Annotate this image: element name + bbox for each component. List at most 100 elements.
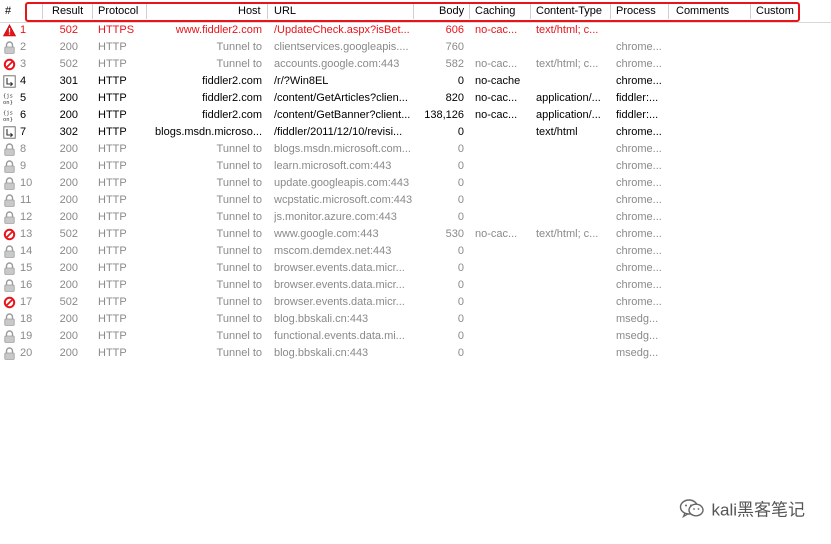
column-header-number[interactable]: # — [5, 4, 11, 18]
session-row[interactable]: 15 200 HTTP Tunnel to browser.events.data.mi… — [0, 260, 665, 277]
session-protocol: HTTP — [98, 262, 127, 274]
session-protocol: HTTP — [98, 126, 127, 138]
session-row[interactable]: 2 200 HTTP Tunnel to clientservices.googleap… — [0, 39, 665, 56]
session-row[interactable]: 8 200 HTTP Tunnel to blogs.msdn.microsoft.co… — [0, 141, 665, 158]
session-protocol: HTTP — [98, 160, 127, 172]
session-host: Tunnel to — [216, 143, 262, 155]
session-process — [616, 22, 664, 39]
session-number: 2 — [20, 41, 27, 53]
session-number: 9 — [20, 160, 27, 172]
session-process: msedg... — [616, 347, 659, 359]
session-row[interactable]: 18 200 HTTP Tunnel to blog.bbskali.cn:443 0 ms… — [0, 311, 665, 328]
session-protocol: HTTP — [98, 211, 127, 223]
session-process: chrome... — [616, 41, 662, 53]
session-body-size: 530 — [445, 228, 464, 240]
session-process: chrome... — [616, 58, 662, 70]
json-icon: {js on} — [3, 109, 16, 124]
session-process: chrome... — [616, 262, 662, 274]
session-result: 302 — [59, 126, 78, 138]
session-number: 6 — [20, 109, 27, 121]
session-url: blog.bbskali.cn:443 — [274, 313, 369, 325]
session-number: 12 — [20, 211, 33, 223]
session-row[interactable]: {js on} 5 200 HTTP fiddler2.com/content/GetAr… — [0, 90, 665, 107]
session-body-size: 0 — [457, 279, 464, 291]
session-content-type: application/... — [536, 92, 601, 104]
session-row[interactable]: 20 200 HTTP Tunnel to blog.bbskali.cn:443 0 ms… — [0, 345, 665, 362]
session-row[interactable]: 12 200 HTTP Tunnel to js.monitor.azure.com:4… — [0, 209, 665, 226]
lock-icon — [3, 177, 16, 190]
session-row[interactable]: 7 302 HTTP blogs.msdn.microso... /fiddler/20… — [0, 124, 665, 141]
session-number: 14 — [20, 245, 33, 257]
lock-icon — [3, 143, 16, 156]
session-content-type: text/html; c... — [536, 58, 599, 70]
session-body-size: 582 — [445, 58, 464, 70]
session-row[interactable]: 14 200 HTTP Tunnel to mscom.demdex.net:443 0 c… — [0, 243, 665, 260]
blocked-icon — [3, 296, 16, 309]
session-row[interactable]: 4 301 HTTP fiddler2.com/r/?Win8EL 0 no-cache c… — [0, 73, 665, 90]
session-row[interactable]: {js on} 6 200 HTTP fiddler2.com/content/GetBa… — [0, 107, 665, 124]
session-row[interactable]: 19 200 HTTP Tunnel to functional.events.data… — [0, 328, 665, 345]
session-url: /UpdateCheck.aspx?isBet... — [274, 24, 410, 36]
session-result: 200 — [59, 41, 78, 53]
session-host: Tunnel to — [216, 228, 262, 240]
svg-text:on}: on} — [3, 117, 13, 122]
session-host: fiddler2.com — [202, 92, 262, 104]
session-result: 200 — [59, 262, 78, 274]
session-content-type: text/html; c... — [536, 24, 599, 36]
session-row[interactable]: 10 200 HTTP Tunnel to update.googleapis.com:… — [0, 175, 665, 192]
session-number: 1 — [20, 24, 27, 36]
session-content-type — [536, 141, 606, 158]
warning-icon — [2, 24, 17, 37]
session-host: fiddler2.com — [202, 109, 262, 121]
session-row[interactable]: 11 200 HTTP Tunnel to wcpstatic.microsoft.co… — [0, 192, 665, 209]
session-host: Tunnel to — [216, 41, 262, 53]
session-caching — [475, 175, 527, 192]
session-number: 5 — [20, 92, 27, 104]
session-result: 502 — [59, 24, 78, 36]
session-caching: no-cac... — [475, 92, 518, 104]
session-process: chrome... — [616, 160, 662, 172]
session-row[interactable]: 16 200 HTTP Tunnel to browser.events.data.mi… — [0, 277, 665, 294]
lock-icon — [3, 279, 16, 292]
session-result: 502 — [59, 58, 78, 70]
session-process: fiddler:... — [616, 92, 659, 104]
json-icon: {js on} — [3, 92, 16, 107]
session-result: 301 — [59, 75, 78, 87]
session-process: chrome... — [616, 228, 662, 240]
session-host: Tunnel to — [216, 160, 262, 172]
session-host: Tunnel to — [216, 330, 262, 342]
session-url: blog.bbskali.cn:443 — [274, 347, 369, 359]
session-process: chrome... — [616, 177, 662, 189]
session-url: learn.microsoft.com:443 — [274, 160, 392, 172]
session-content-type — [536, 73, 606, 90]
session-caching — [475, 260, 527, 277]
session-protocol: HTTP — [98, 92, 127, 104]
session-number: 15 — [20, 262, 33, 274]
session-body-size: 760 — [445, 41, 464, 53]
session-row[interactable]: 1 502 HTTPS www.fiddler2.com/UpdateCheck.as… — [0, 22, 665, 39]
session-result: 200 — [59, 313, 78, 325]
session-process: chrome... — [616, 279, 662, 291]
session-caching — [475, 277, 527, 294]
session-body-size: 0 — [457, 211, 464, 223]
session-protocol: HTTP — [98, 41, 127, 53]
session-protocol: HTTP — [98, 109, 127, 121]
session-body-size: 0 — [457, 126, 464, 138]
session-result: 200 — [59, 92, 78, 104]
session-row[interactable]: 17 502 HTTP Tunnel to browser.events.data.mi… — [0, 294, 665, 311]
session-list-header: # Result Protocol Host URL Body Caching … — [0, 0, 831, 23]
session-body-size: 0 — [457, 177, 464, 189]
session-protocol: HTTP — [98, 75, 127, 87]
session-result: 200 — [59, 194, 78, 206]
session-caching: no-cac... — [475, 228, 518, 240]
session-caching — [475, 158, 527, 175]
session-row[interactable]: 13 502 HTTP Tunnel to www.google.com:443 530 n… — [0, 226, 665, 243]
session-process: chrome... — [616, 143, 662, 155]
session-body-size: 0 — [457, 330, 464, 342]
session-protocol: HTTP — [98, 143, 127, 155]
highlight-box — [25, 2, 800, 22]
session-number: 20 — [20, 347, 33, 359]
session-row[interactable]: 3 502 HTTP Tunnel to accounts.google.com:443… — [0, 56, 665, 73]
session-content-type — [536, 175, 606, 192]
session-row[interactable]: 9 200 HTTP Tunnel to learn.microsoft.com:443… — [0, 158, 665, 175]
